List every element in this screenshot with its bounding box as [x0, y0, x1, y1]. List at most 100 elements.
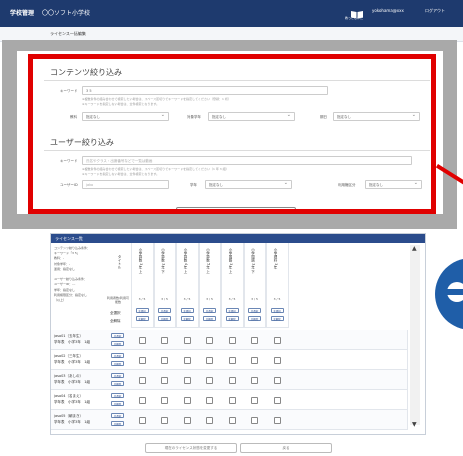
breadcrumb: ライセンス一括編集	[50, 31, 86, 36]
column-select-all-button[interactable]: 全選択	[158, 308, 171, 313]
condition-line: 運用：指定なし	[54, 266, 76, 271]
license-checkbox[interactable]	[138, 356, 146, 364]
license-checkbox[interactable]	[138, 396, 146, 404]
column-select-all-button[interactable]: 全選択	[270, 308, 284, 313]
row-select-all-button[interactable]: 全選択	[111, 413, 124, 418]
column-title: 小学算数 5年 上	[206, 248, 211, 274]
column-select-all-button[interactable]: 全選択	[225, 308, 239, 313]
condition-line: 教科：-	[54, 256, 65, 261]
row-user-name: jaso05（朝まき）	[54, 414, 84, 418]
column-select-all-button[interactable]: 全選択	[248, 308, 261, 313]
license-panel-title: ライセンス一覧	[51, 234, 425, 243]
column-counts: 3 / 5	[161, 297, 168, 301]
title-col-label: タイトル	[118, 255, 122, 269]
scroll-up-icon[interactable]: ▲	[412, 245, 417, 252]
license-checkbox[interactable]	[183, 416, 191, 424]
license-checkbox[interactable]	[138, 416, 146, 424]
license-checkbox[interactable]	[206, 396, 213, 404]
column-clear-all-button[interactable]: 全解除	[180, 316, 194, 321]
license-checkbox[interactable]	[228, 416, 236, 424]
row-clear-all-button[interactable]: 全解除	[111, 341, 124, 346]
column-clear-all-button[interactable]: 全解除	[135, 316, 149, 321]
license-checkbox[interactable]	[273, 416, 281, 424]
license-checkbox[interactable]	[183, 336, 191, 344]
column-title: 小学算数 3年 下	[161, 248, 166, 274]
column-select-all-button[interactable]: 全選択	[203, 308, 216, 313]
column-title: 小学算数 3年 上	[139, 248, 143, 274]
column-title: 小学算数 4年 上	[184, 248, 188, 274]
license-checkbox[interactable]	[161, 356, 168, 364]
column-title: 小学国語 3年 上	[229, 248, 233, 274]
book-icon[interactable]	[350, 4, 364, 19]
column-title: 小学国語 3年 下	[251, 248, 256, 274]
license-checkbox[interactable]	[161, 416, 168, 424]
row-clear-all-button[interactable]: 全解除	[111, 421, 124, 426]
license-checkbox[interactable]	[273, 356, 281, 364]
column-counts: 3 / 5	[251, 297, 258, 301]
row-clear-all-button[interactable]: 全解除	[111, 361, 124, 366]
license-checkbox[interactable]	[273, 336, 281, 344]
license-checkbox[interactable]	[206, 416, 213, 424]
row-user-class: 学年表 小学3年 1組	[54, 360, 90, 364]
license-checkbox[interactable]	[228, 396, 236, 404]
condition-line: （以上）	[54, 298, 67, 302]
license-checkbox[interactable]	[251, 396, 258, 404]
license-checkbox[interactable]	[251, 416, 258, 424]
column-counts: 3 / 5	[273, 297, 281, 301]
row-user-name: jaso02（三年生）	[54, 354, 84, 358]
license-checkbox[interactable]	[228, 356, 236, 364]
row-select-all-button[interactable]: 全選択	[111, 353, 124, 358]
license-checkbox[interactable]	[273, 376, 281, 384]
row-select-all-button[interactable]: 全選択	[111, 373, 124, 378]
license-checkbox[interactable]	[228, 336, 236, 344]
grant-label: 利用者数/利用可能数	[107, 296, 130, 304]
row-clear-all-button[interactable]: 全解除	[111, 381, 124, 386]
license-checkbox[interactable]	[138, 336, 146, 344]
license-checkbox[interactable]	[251, 356, 258, 364]
license-checkbox[interactable]	[251, 336, 258, 344]
column-clear-all-button[interactable]: 全解除	[225, 316, 239, 321]
row-select-all-button[interactable]: 全選択	[111, 333, 124, 338]
highlight-box	[28, 54, 436, 214]
row-user-class: 学年表 小学3年 1組	[54, 380, 90, 384]
license-checkbox[interactable]	[161, 376, 168, 384]
all-release-label: 全解除	[110, 319, 121, 323]
license-checkbox[interactable]	[228, 376, 236, 384]
license-checkbox[interactable]	[183, 376, 191, 384]
row-user-class: 学年表 小学3年 1組	[54, 400, 90, 404]
license-checkbox[interactable]	[251, 376, 258, 384]
column-select-all-button[interactable]: 全選択	[135, 308, 149, 313]
logout-link[interactable]: ログアウト	[425, 8, 445, 14]
condition-line: 利用権限区分：指定なし	[54, 292, 88, 297]
license-checkbox[interactable]	[206, 336, 213, 344]
scroll-down-icon[interactable]: ▼	[412, 421, 417, 428]
row-select-all-button[interactable]: 全選択	[111, 393, 124, 398]
condition-line: ユーザー絞り込み条件：	[54, 277, 87, 282]
scrollbar[interactable]	[410, 245, 420, 425]
license-checkbox[interactable]	[206, 376, 213, 384]
condition-line: ユーザーID：---	[54, 282, 76, 287]
license-checkbox[interactable]	[183, 356, 191, 364]
column-counts: 3 / 5	[206, 297, 213, 301]
row-user-class: 学年表 小学3年 1組	[54, 420, 90, 424]
column-counts: 3 / 5	[183, 297, 191, 301]
save-license-button[interactable]: 現在のライセンス状態を変更する	[145, 443, 237, 453]
license-checkbox[interactable]	[183, 396, 191, 404]
row-user-name: jaso04（名まえ）	[54, 394, 84, 398]
back-button[interactable]: 戻る	[240, 443, 332, 453]
license-checkbox[interactable]	[161, 396, 168, 404]
top-bar: 学校管理 〇〇ソフト小学校 教っとしいた yokohama@xxx ログアウト	[0, 0, 463, 27]
column-select-all-button[interactable]: 全選択	[180, 308, 194, 313]
book-label: 教っとしいた	[345, 16, 364, 20]
row-clear-all-button[interactable]: 全解除	[111, 401, 124, 406]
license-checkbox[interactable]	[206, 356, 213, 364]
user-label: yokohama@xxx	[372, 8, 404, 13]
license-checkbox[interactable]	[161, 336, 168, 344]
license-checkbox[interactable]	[138, 376, 146, 384]
license-checkbox[interactable]	[273, 396, 281, 404]
column-clear-all-button[interactable]: 全解除	[158, 316, 171, 321]
column-counts: 3 / 5	[228, 297, 236, 301]
column-clear-all-button[interactable]: 全解除	[270, 316, 284, 321]
column-clear-all-button[interactable]: 全解除	[203, 316, 216, 321]
column-clear-all-button[interactable]: 全解除	[248, 316, 261, 321]
